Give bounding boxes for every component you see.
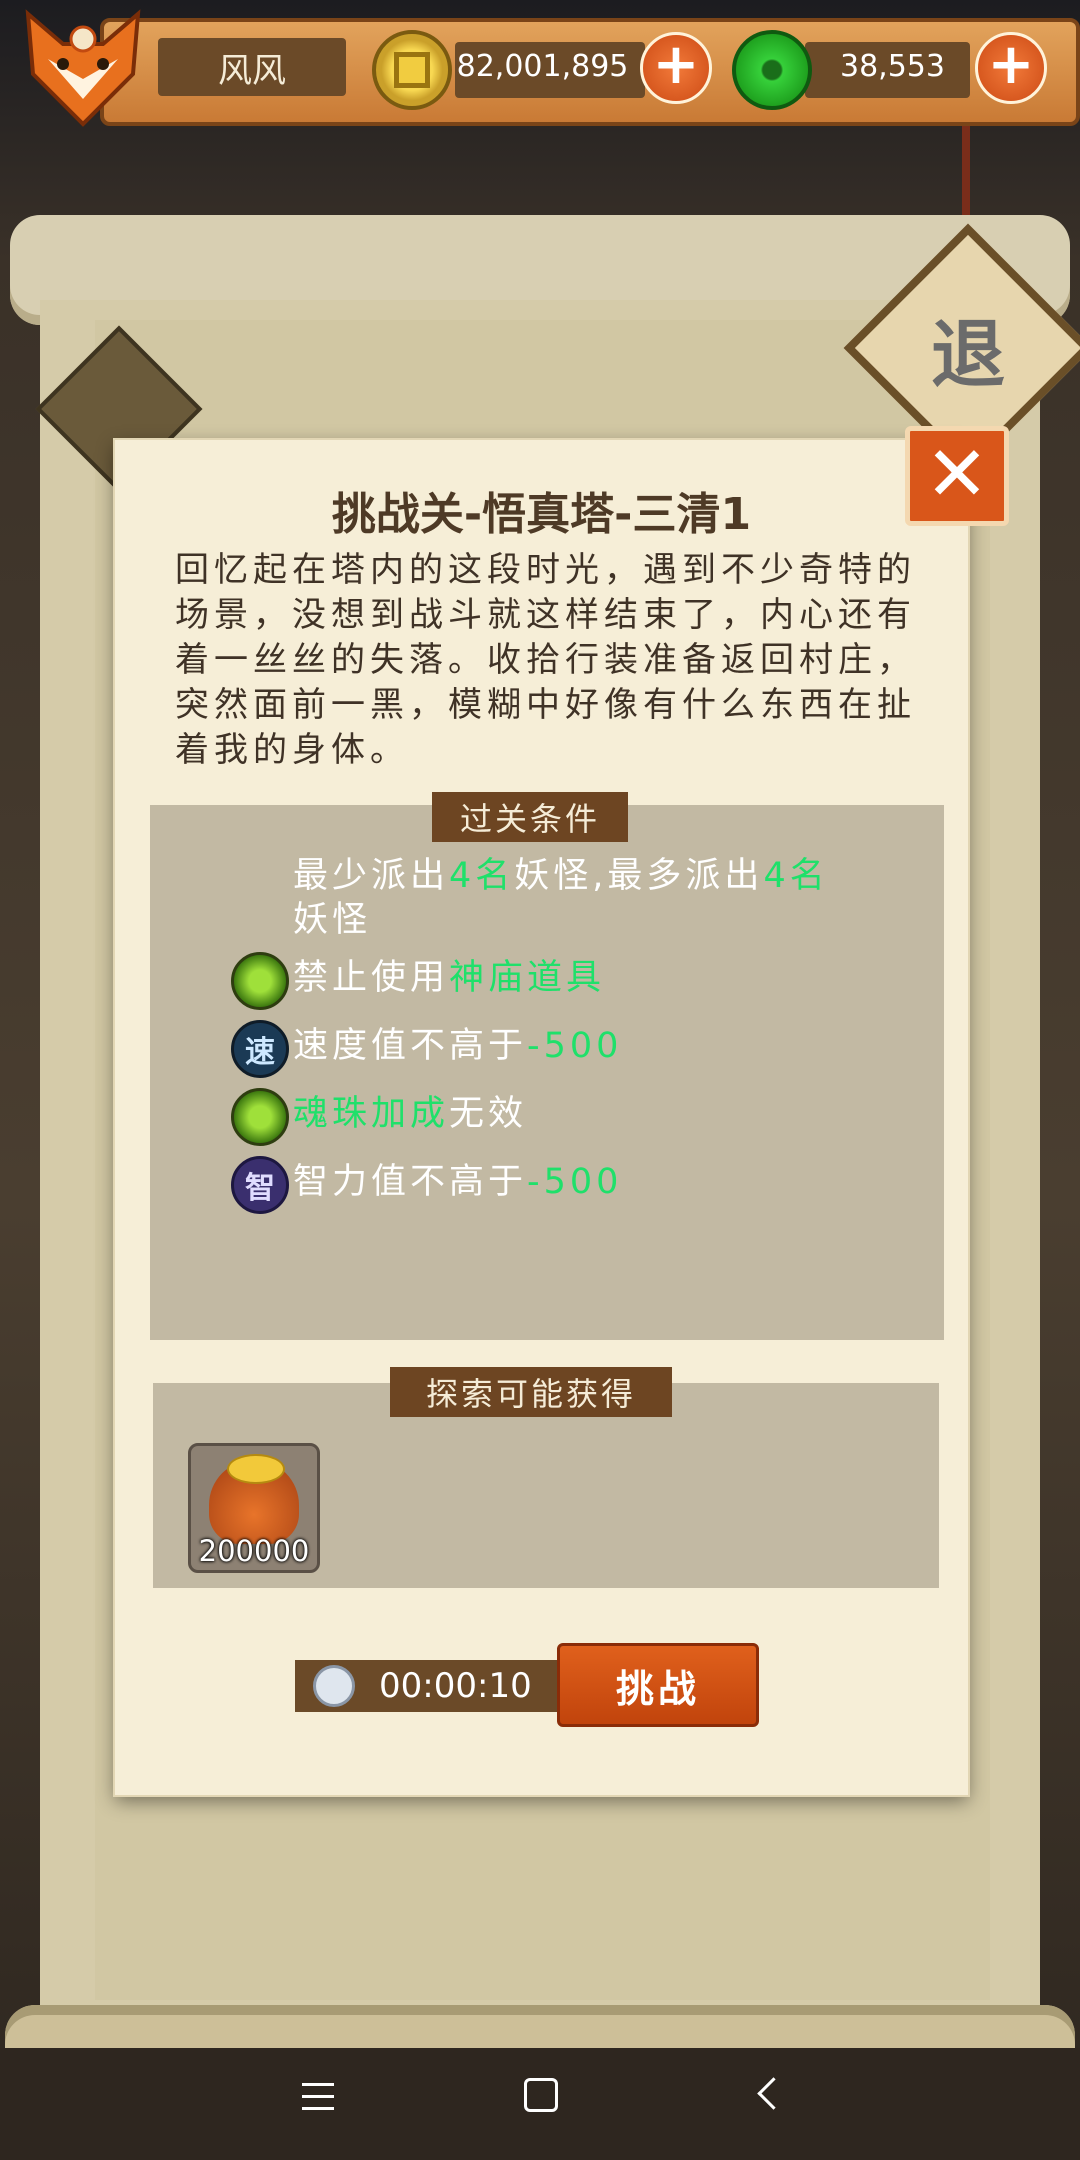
intellect-icon: 智: [231, 1156, 289, 1214]
dialog-title: 挑战关-悟真塔-三清1: [331, 489, 752, 540]
player-name: 风风: [158, 38, 346, 96]
gold-amount: 82,001,895: [456, 48, 629, 84]
add-jade-button[interactable]: +: [975, 32, 1047, 104]
condition-intellect: 智力值不高于-500: [293, 1162, 623, 1202]
menu-icon[interactable]: [302, 2083, 334, 2113]
condition-ban-items: 禁止使用神庙道具: [293, 958, 606, 998]
reward-gold-bag[interactable]: 200000: [188, 1443, 320, 1573]
challenge-button[interactable]: 挑战: [557, 1643, 759, 1727]
gold-coin-icon: [372, 30, 452, 110]
conditions-label: 过关条件: [432, 792, 628, 842]
reward-quantity: 200000: [198, 1534, 310, 1568]
add-gold-button[interactable]: +: [640, 32, 712, 104]
story-text: 回忆起在塔内的这段时光，遇到不少奇特的场景，没想到战斗就这样结束了，内心还有着一…: [175, 550, 916, 770]
soul-orb-icon: [231, 952, 289, 1010]
soul-orb-icon: [231, 1088, 289, 1146]
jade-icon: [732, 30, 812, 110]
timer-value: 00:00:10: [379, 1666, 532, 1706]
exit-label: 退: [931, 311, 1005, 398]
jade-amount: 38,553: [840, 48, 945, 84]
stopwatch-icon: [313, 1665, 355, 1707]
timer: 00:00:10: [295, 1660, 565, 1712]
condition-speed: 速度值不高于-500: [293, 1026, 623, 1066]
home-icon[interactable]: [524, 2078, 558, 2112]
condition-deploy: 最少派出4名妖怪,最多派出4名妖怪: [293, 856, 829, 940]
fox-avatar-icon[interactable]: [8, 4, 158, 139]
condition-soul-bonus: 魂珠加成无效: [293, 1094, 528, 1134]
speed-icon: 速: [231, 1020, 289, 1078]
gold-bag-icon: [209, 1454, 299, 1544]
rewards-label: 探索可能获得: [390, 1367, 672, 1417]
